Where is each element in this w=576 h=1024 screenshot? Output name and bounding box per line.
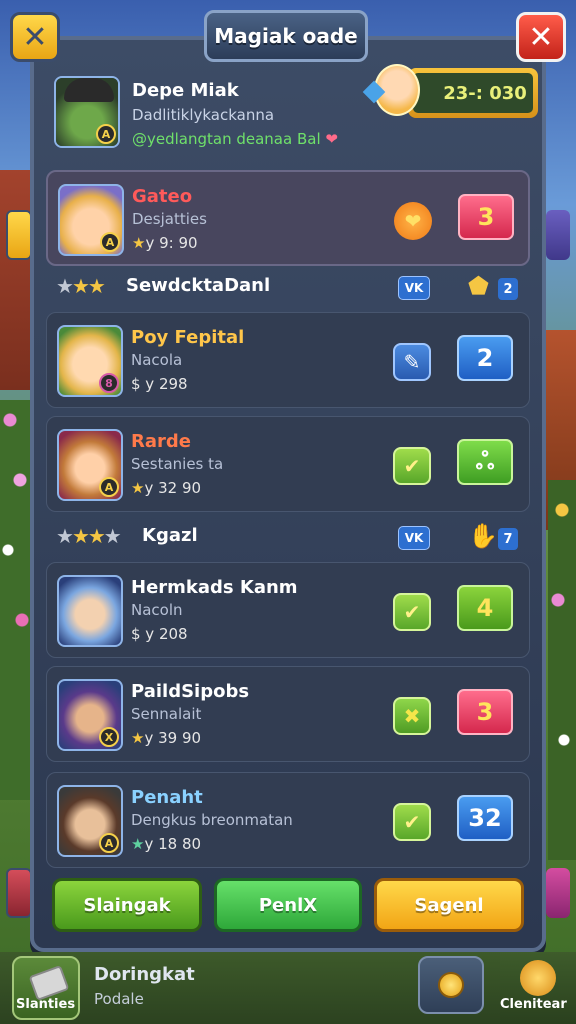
section-count: 2 xyxy=(498,278,518,300)
bottom-left-label: Slanties xyxy=(16,997,76,1012)
number-button[interactable]: 4 xyxy=(457,585,513,631)
footer-button-3[interactable]: Sagenl xyxy=(374,878,524,932)
x-icon: ✕ xyxy=(528,19,554,55)
side-tab-right[interactable] xyxy=(546,210,570,260)
row-name: Rarde xyxy=(131,431,191,452)
coin-button[interactable] xyxy=(418,956,484,1014)
background-flowers xyxy=(0,400,34,800)
avatar: A xyxy=(57,785,123,857)
row-name: Poy Fepital xyxy=(131,327,245,348)
bottom-title: Doringkat xyxy=(94,964,195,985)
rank-badge: A xyxy=(99,833,119,853)
number-button[interactable]: 2 xyxy=(457,335,513,381)
rank-badge: 8 xyxy=(99,373,119,393)
avatar: X xyxy=(57,679,123,751)
check-icon[interactable]: ✔ xyxy=(393,593,431,631)
row-subtitle: Nacola xyxy=(131,351,183,369)
hand-icon: ✋ xyxy=(468,522,498,550)
row-subtitle: Dengkus breonmatan xyxy=(131,811,293,829)
number-button[interactable]: 3 xyxy=(457,689,513,735)
coin-icon xyxy=(438,972,464,998)
leaderboard-row[interactable]: A Rarde Sestanies ta ★y 32 90 ✔ ஃ xyxy=(46,416,530,512)
section-count: 7 xyxy=(498,528,518,550)
star-rating: ★★★ xyxy=(56,274,106,298)
bottom-right-label: Clenitear xyxy=(500,997,567,1012)
rank-badge: X xyxy=(99,727,119,747)
star-rating: ★★★★ xyxy=(56,524,122,548)
rank-badge: A xyxy=(99,477,119,497)
score-value: 23-: 030 xyxy=(413,73,533,113)
row-value: $ y 208 xyxy=(131,625,188,643)
leaderboard-row[interactable]: Hermkads Kanm Nacoln $ y 208 ✔ 4 xyxy=(46,562,530,658)
window-title: Magiak oade xyxy=(204,10,368,62)
bottom-subtitle: Podale xyxy=(94,990,144,1008)
side-tab-left[interactable] xyxy=(6,210,32,260)
player-name: Depe Miak xyxy=(132,80,239,101)
section-title: SewdcktaDanl xyxy=(126,275,271,296)
row-value: ★y 9: 90 xyxy=(132,234,198,252)
row-subtitle: Desjatties xyxy=(132,210,207,228)
row-name: PaildSipobs xyxy=(131,681,250,702)
row-subtitle: Nacoln xyxy=(131,601,183,619)
side-button-left[interactable] xyxy=(6,868,32,918)
row-value: ★y 32 90 xyxy=(131,479,202,497)
avatar[interactable]: A xyxy=(54,76,120,148)
star-icon: ★ xyxy=(131,835,145,853)
star-icon: ★ xyxy=(131,479,145,497)
row-name: Penaht xyxy=(131,787,203,808)
row-subtitle: Sestanies ta xyxy=(131,455,224,473)
section-title: Kgazl xyxy=(142,525,198,546)
star-icon: ★ xyxy=(132,234,146,252)
row-subtitle: Sennalait xyxy=(131,705,202,723)
row-name: Hermkads Kanm xyxy=(131,577,298,598)
rank-badge: A xyxy=(96,124,116,144)
row-name: Gateo xyxy=(132,186,193,207)
footer-button-2[interactable]: PenlX xyxy=(214,878,362,932)
check-icon[interactable]: ✔ xyxy=(393,447,431,485)
number-button[interactable]: 3 xyxy=(458,194,514,240)
leaderboard-row[interactable]: X PaildSipobs Sennalait ★y 39 90 ✖ 3 xyxy=(46,666,530,762)
background-flowers xyxy=(548,480,576,860)
heart-icon: ❤ xyxy=(325,130,338,148)
rank-badge: A xyxy=(100,232,120,252)
bottom-bar xyxy=(0,952,576,1024)
leaderboard-row[interactable]: A Gateo Desjatties ★y 9: 90 ❤ 3 xyxy=(46,170,530,266)
x-icon: ✕ xyxy=(22,19,48,55)
gear-icon[interactable] xyxy=(500,952,576,1024)
row-value: ★y 18 80 xyxy=(131,835,202,853)
side-button-right[interactable] xyxy=(546,868,570,918)
avatar xyxy=(57,575,123,647)
avatar: 8 xyxy=(57,325,123,397)
section-header: ★★★★ Kgazl VK ✋ 7 xyxy=(46,518,530,556)
check-icon[interactable]: ✔ xyxy=(393,803,431,841)
close-left-button[interactable]: ✕ xyxy=(10,12,60,62)
heart-icon[interactable]: ❤ xyxy=(394,202,432,240)
avatar: A xyxy=(58,184,124,256)
avatar: A xyxy=(57,429,123,501)
row-value: ★y 39 90 xyxy=(131,729,202,747)
score-avatar-icon xyxy=(374,64,420,116)
section-header: ★★★ SewdcktaDanl VK ⬟ 2 xyxy=(46,268,530,306)
star-icon: ★ xyxy=(131,729,145,747)
footer-button-1[interactable]: Slaingak xyxy=(52,878,202,932)
player-status: @yedlangtan deanaa Bal ❤ xyxy=(132,130,338,148)
vk-badge[interactable]: VK xyxy=(398,526,430,550)
leaderboard-row[interactable]: A Penaht Dengkus breonmatan ★y 18 80 ✔ 3… xyxy=(46,772,530,868)
number-button[interactable]: 32 xyxy=(457,795,513,841)
shield-icon: ⬟ xyxy=(468,272,489,300)
pencil-icon[interactable]: ✎ xyxy=(393,343,431,381)
player-subtitle: Dadlitiklykackanna xyxy=(132,106,275,124)
leaderboard-row[interactable]: 8 Poy Fepital Nacola $ y 298 ✎ 2 xyxy=(46,312,530,408)
vk-badge[interactable]: VK xyxy=(398,276,430,300)
score-box: 23-: 030 xyxy=(408,68,538,118)
close-right-button[interactable]: ✕ xyxy=(516,12,566,62)
cross-icon[interactable]: ✖ xyxy=(393,697,431,735)
row-value: $ y 298 xyxy=(131,375,188,393)
number-button[interactable]: ஃ xyxy=(457,439,513,485)
